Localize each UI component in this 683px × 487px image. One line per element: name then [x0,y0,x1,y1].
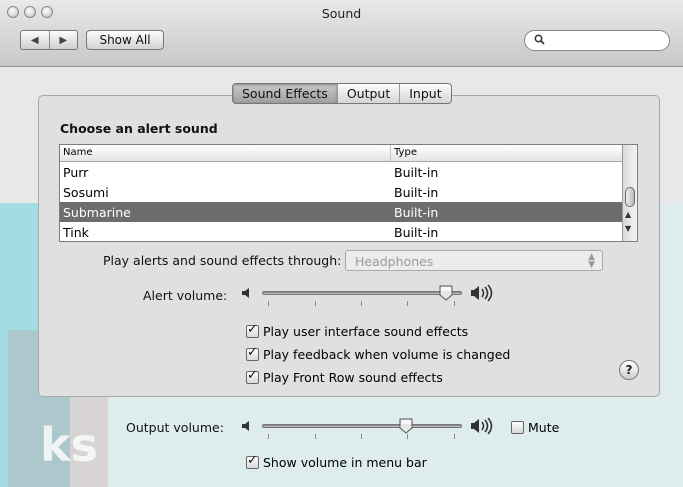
tab-bar: Sound Effects Output Input [232,83,452,104]
slider-tick [407,301,408,306]
tab-output[interactable]: Output [336,84,399,103]
slider-tick [454,301,455,306]
slider-tick [268,301,269,306]
mute-checkbox[interactable]: Mute [511,420,559,435]
alert-sound-heading: Choose an alert sound [60,121,218,136]
back-arrow-icon[interactable]: ◀ [21,31,49,49]
row-name: Purr [63,165,89,180]
titlebar: Sound ◀ ▶ Show All [0,0,683,67]
slider-tick [407,434,408,439]
scroll-down-arrow-icon[interactable]: ▼ [625,225,631,233]
output-volume-slider[interactable] [262,424,462,428]
scrollbar-thumb[interactable] [625,187,635,207]
slider-tick [361,434,362,439]
column-header-type[interactable]: Type [394,147,417,158]
ui-sound-effects-checkbox[interactable]: ✓ Play user interface sound effects [246,322,469,339]
scroll-up-arrow-icon[interactable]: ▲ [625,211,631,219]
tab-input[interactable]: Input [399,84,450,103]
window-title: Sound [321,6,362,21]
feedback-volume-checkbox[interactable]: ✓ Play feedback when volume is changed [246,345,511,362]
checkmark-icon: ✓ [247,368,258,383]
checkmark-icon: ✓ [247,453,258,468]
row-type: Built-in [394,165,439,180]
slider-tick [315,301,316,306]
speaker-low-icon [241,286,255,304]
checkmark-icon: ✓ [247,345,258,360]
speaker-low-icon [241,419,255,437]
table-row[interactable]: Tink Built-in [60,222,623,241]
checkbox-box[interactable]: ✓ [246,368,259,384]
help-button[interactable]: ? [619,360,639,380]
row-name: Tink [63,225,89,240]
checkbox-label: Play feedback when volume is changed [263,347,511,362]
table-header: Name Type [60,145,623,162]
speaker-high-icon [470,284,496,306]
table-row[interactable]: Purr Built-in [60,162,623,182]
row-type: Built-in [394,225,439,240]
tab-sound-effects[interactable]: Sound Effects [233,84,337,103]
slider-tick [454,434,455,439]
speaker-high-icon [470,417,496,439]
search-field[interactable] [524,30,670,51]
alert-volume-slider[interactable] [262,291,462,295]
front-row-sounds-checkbox[interactable]: ✓ Play Front Row sound effects [246,368,443,385]
sound-preferences-window: Sound ◀ ▶ Show All Sound Effects Output … [0,0,683,487]
checkbox-box[interactable]: ✓ [246,453,259,469]
output-volume-label: Output volume: [126,420,224,435]
row-name: Sosumi [63,185,109,200]
slider-tick [361,301,362,306]
output-device-value: Headphones [355,254,434,269]
column-header-name[interactable]: Name [63,147,93,158]
column-separator [390,145,391,161]
alert-volume-label: Alert volume: [143,288,228,303]
alert-volume-knob[interactable] [439,285,453,301]
slider-tick [268,434,269,439]
checkbox-box[interactable] [511,421,524,434]
show-volume-menu-bar-checkbox[interactable]: ✓ Show volume in menu bar [246,453,427,470]
checkbox-label: Show volume in menu bar [263,455,427,470]
output-device-popup[interactable]: Headphones ▲ ▼ [345,250,603,271]
table-scrollbar[interactable]: ▲ ▼ [622,145,637,241]
table-row-selected[interactable]: Submarine Built-in [60,202,623,222]
show-all-button[interactable]: Show All [86,30,164,50]
play-through-label: Play alerts and sound effects through: [103,253,342,268]
checkmark-icon: ✓ [247,322,258,337]
checkbox-box[interactable]: ✓ [246,345,259,361]
checkbox-box[interactable]: ✓ [246,322,259,338]
mute-label: Mute [528,420,560,435]
back-forward-control[interactable]: ◀ ▶ [20,30,78,50]
forward-arrow-icon[interactable]: ▶ [48,31,78,49]
checkbox-label: Play user interface sound effects [263,324,469,339]
slider-tick [315,434,316,439]
checkbox-label: Play Front Row sound effects [263,370,443,385]
row-type: Built-in [394,185,439,200]
table-row[interactable]: Sosumi Built-in [60,182,623,202]
search-icon [534,34,545,48]
row-name: Submarine [63,205,131,220]
watermark-logo: ks [40,418,98,472]
popup-arrows-icon: ▲ ▼ [588,252,595,270]
alert-sound-table[interactable]: Name Type Purr Built-in Sosumi Built-in … [59,144,638,242]
row-type: Built-in [394,205,439,220]
output-volume-knob[interactable] [399,418,413,434]
